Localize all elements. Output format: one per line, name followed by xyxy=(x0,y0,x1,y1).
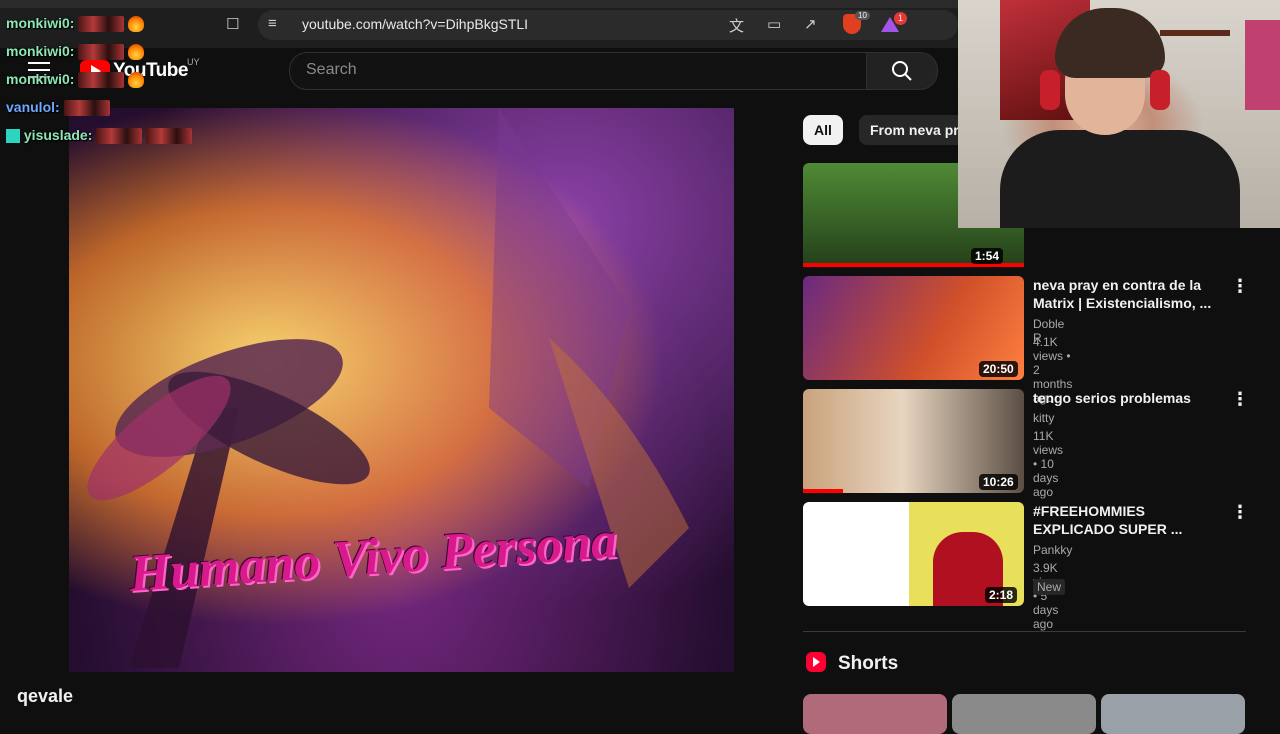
more-options-icon[interactable]: ⋮ xyxy=(1231,389,1249,410)
site-settings-icon[interactable]: ≡ xyxy=(268,15,277,32)
headphones-icon xyxy=(1150,70,1170,110)
more-options-icon[interactable]: ⋮ xyxy=(1231,276,1249,297)
chat-username: yisuslade: xyxy=(23,127,93,143)
new-badge: New xyxy=(1033,579,1066,595)
search-button[interactable] xyxy=(866,52,938,90)
video-meta: 11K views • 10 days ago xyxy=(1033,429,1064,499)
chat-message: monkiwi0: xyxy=(6,71,145,89)
shorts-play-icon xyxy=(813,657,820,667)
duration-badge: 2:18 xyxy=(985,587,1018,603)
fire-icon xyxy=(128,72,145,89)
video-title[interactable]: neva pray en contra de la Matrix | Exist… xyxy=(1033,276,1223,312)
chat-username: monkiwi0: xyxy=(6,71,75,87)
webcam-person-body xyxy=(1000,130,1240,228)
channel-name[interactable]: Pankky xyxy=(1033,543,1072,557)
duration-badge: 20:50 xyxy=(979,361,1018,377)
emote-icon xyxy=(63,100,110,117)
search-icon xyxy=(892,61,912,81)
chat-message: vanulol: xyxy=(6,99,110,117)
video-title: qevale xyxy=(17,686,74,706)
duration-badge: 1:54 xyxy=(971,248,1004,264)
duration-badge: 10:26 xyxy=(979,474,1018,490)
chat-message: monkiwi0: xyxy=(6,15,145,33)
chat-username: vanulol: xyxy=(6,99,60,115)
chat-username: monkiwi0: xyxy=(6,43,75,59)
search-placeholder: Search xyxy=(306,61,357,78)
emote-icon xyxy=(96,128,143,145)
more-options-icon[interactable]: ⋮ xyxy=(1231,502,1249,523)
divider xyxy=(803,631,1246,632)
channel-name[interactable]: kitty xyxy=(1033,411,1054,425)
watch-progress xyxy=(803,489,843,493)
emote-icon xyxy=(78,72,125,89)
emote-icon xyxy=(146,128,193,145)
webcam-shelf xyxy=(1160,30,1230,36)
recommendation-item[interactable]: 10:26 tengo serios problemas kitty 11K v… xyxy=(803,389,1249,499)
shorts-heading: Shorts xyxy=(838,653,899,674)
chat-message: monkiwi0: xyxy=(6,43,145,61)
bookmark-icon[interactable]: ☐ xyxy=(226,15,239,33)
chat-message: yisuslade: xyxy=(6,127,193,145)
emote-icon xyxy=(78,16,125,33)
short-thumbnail[interactable] xyxy=(952,694,1096,734)
recommendation-item[interactable]: 20:50 neva pray en contra de la Matrix |… xyxy=(803,276,1249,405)
recommendation-item[interactable]: 2:18 #FREEHOMMIES EXPLICADO SUPER ... Pa… xyxy=(803,502,1249,631)
emote-icon xyxy=(78,44,125,61)
short-thumbnail[interactable] xyxy=(1101,694,1245,734)
search-input[interactable] xyxy=(289,52,869,90)
chip-all[interactable]: All xyxy=(803,115,843,145)
headphones-icon xyxy=(1040,70,1060,110)
region-code: UY xyxy=(187,57,200,67)
video-title[interactable]: tengo serios problemas xyxy=(1033,389,1223,407)
video-meta: 3.9K views • 5 days ago xyxy=(1033,561,1063,631)
url-text[interactable]: youtube.com/watch?v=DihpBkgSTLI xyxy=(302,16,528,32)
cast-icon[interactable]: ▭ xyxy=(767,15,781,33)
notification-badge: 1 xyxy=(894,12,907,25)
translate-icon[interactable]: 文 xyxy=(729,15,744,36)
tab-strip xyxy=(0,0,960,8)
video-player[interactable]: Humano Vivo Persona xyxy=(69,108,734,672)
webcam-background-decor xyxy=(1245,20,1280,110)
share-icon[interactable]: ↗ xyxy=(804,15,817,33)
short-thumbnail[interactable] xyxy=(803,694,947,734)
chat-username: monkiwi0: xyxy=(6,15,75,31)
brave-count: 10 xyxy=(855,11,870,20)
fire-icon xyxy=(128,16,145,33)
badge-icon xyxy=(6,129,20,144)
video-title[interactable]: #FREEHOMMIES EXPLICADO SUPER ... xyxy=(1033,502,1223,538)
fire-icon xyxy=(128,44,145,61)
